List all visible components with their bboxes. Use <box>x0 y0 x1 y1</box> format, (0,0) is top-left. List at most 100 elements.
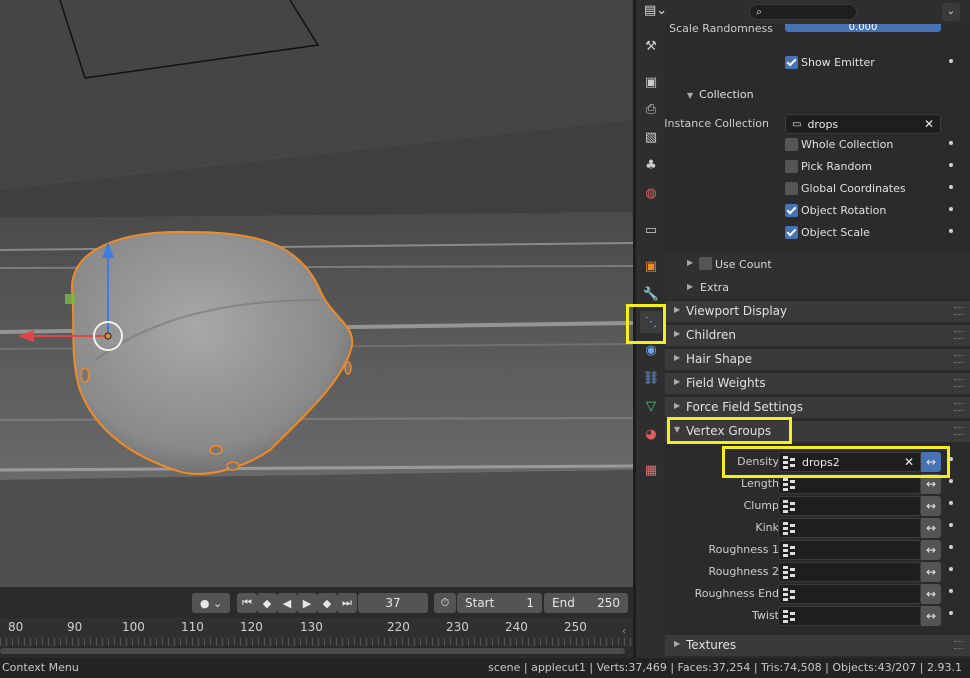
drag-handle-icon[interactable] <box>954 427 964 435</box>
global-coordinates-checkbox[interactable] <box>785 182 798 195</box>
jump-start-icon[interactable]: ⏮ <box>237 593 257 613</box>
vg-twist-field[interactable] <box>778 606 921 626</box>
keyframe-dot[interactable] <box>949 479 953 483</box>
ruler-label: 250 <box>564 620 587 634</box>
object-scale-row[interactable]: Object Scale <box>665 223 965 245</box>
keyframe-dot[interactable] <box>949 567 953 571</box>
timeline-scrollbar[interactable] <box>0 648 625 654</box>
render-tab-icon[interactable]: ▣ <box>640 71 662 93</box>
pick-random-row[interactable]: Pick Random <box>665 157 965 179</box>
vg-clump-field[interactable] <box>778 496 921 516</box>
drag-handle-icon[interactable] <box>954 403 964 411</box>
material-tab-icon[interactable]: ◕ <box>640 423 662 445</box>
search-input[interactable]: ⌕ <box>749 4 857 20</box>
show-emitter-row[interactable]: Show Emitter <box>665 53 965 75</box>
modifier-tab-icon[interactable]: 🔧 <box>640 283 662 305</box>
object-rotation-checkbox[interactable] <box>785 204 798 217</box>
drag-handle-icon[interactable] <box>954 307 964 315</box>
panel-title: Vertex Groups <box>686 424 772 438</box>
drag-handle-icon[interactable] <box>954 379 964 387</box>
vg-density-field[interactable]: drops2 ✕ <box>778 452 921 472</box>
clear-icon[interactable]: ✕ <box>904 455 914 469</box>
keyframe-dot[interactable] <box>949 185 953 189</box>
ruler-label: 220 <box>387 620 410 634</box>
vg-length-field[interactable] <box>778 474 921 494</box>
drag-handle-icon[interactable] <box>954 641 964 649</box>
timeline-ruler[interactable]: 80 90 100 110 120 130 220 230 240 250 ‹ <box>0 618 633 646</box>
world-tab-icon[interactable]: ◍ <box>640 182 662 204</box>
pick-random-checkbox[interactable] <box>785 160 798 173</box>
keyframe-dot[interactable] <box>949 611 953 615</box>
vg-kink-field[interactable] <box>778 518 921 538</box>
output-tab-icon[interactable]: ⎙ <box>640 98 662 120</box>
play-icon[interactable]: ▶ <box>297 593 317 613</box>
panel-viewport-display[interactable]: ▶ Viewport Display <box>665 300 970 322</box>
data-tab-icon[interactable]: ▽ <box>640 395 662 417</box>
chevron-left-icon[interactable]: ‹ <box>622 626 626 637</box>
current-frame-field[interactable]: 37 <box>358 593 428 613</box>
drag-handle-icon[interactable] <box>954 355 964 363</box>
collection-tab-icon[interactable]: ▭ <box>640 219 662 241</box>
tool-tab-icon[interactable]: ⚒ <box>640 35 662 57</box>
invert-twist-button[interactable]: ↔ <box>921 606 941 626</box>
invert-roughness1-button[interactable]: ↔ <box>921 540 941 560</box>
invert-clump-button[interactable]: ↔ <box>921 496 941 516</box>
invert-density-button[interactable]: ↔ <box>921 452 941 472</box>
panel-children[interactable]: ▶ Children <box>665 324 970 346</box>
start-frame-field[interactable]: Start 1 <box>457 593 542 613</box>
keyframe-dot[interactable] <box>949 523 953 527</box>
stopwatch-icon[interactable]: ⏱ <box>434 593 456 613</box>
keyframe-dot[interactable] <box>949 207 953 211</box>
prev-keyframe-icon[interactable]: ◆ <box>257 593 277 613</box>
jump-end-icon[interactable]: ⏭ <box>337 593 357 613</box>
collection-subpanel-header[interactable]: ▼ Collection <box>687 88 754 101</box>
object-tab-icon[interactable]: ▣ <box>640 255 662 277</box>
particles-tab-icon[interactable]: ⋱ <box>640 311 662 333</box>
invert-roughness2-button[interactable]: ↔ <box>921 562 941 582</box>
chevron-down-icon[interactable]: ⌄ <box>942 3 960 21</box>
view-layer-tab-icon[interactable]: ▧ <box>640 126 662 148</box>
whole-collection-checkbox[interactable] <box>785 138 798 151</box>
vg-roughness1-field[interactable] <box>778 540 921 560</box>
invert-kink-button[interactable]: ↔ <box>921 518 941 538</box>
object-scale-checkbox[interactable] <box>785 226 798 239</box>
keyframe-dot[interactable] <box>949 141 953 145</box>
invert-roughness-end-button[interactable]: ↔ <box>921 584 941 604</box>
clear-icon[interactable]: ✕ <box>924 117 934 131</box>
keyframe-dot[interactable] <box>949 501 953 505</box>
next-keyframe-icon[interactable]: ◆ <box>317 593 337 613</box>
keyframe-dot[interactable] <box>949 163 953 167</box>
end-frame-field[interactable]: End 250 <box>544 593 628 613</box>
scene-tab-icon[interactable]: ♣ <box>640 154 662 176</box>
panel-hair-shape[interactable]: ▶ Hair Shape <box>665 348 970 370</box>
use-count-checkbox[interactable] <box>699 257 712 270</box>
properties-editor-icon[interactable]: ▤⌄ <box>644 3 674 21</box>
invert-length-button[interactable]: ↔ <box>921 474 941 494</box>
panel-field-weights[interactable]: ▶ Field Weights <box>665 372 970 394</box>
vg-roughness-end-field[interactable] <box>778 584 921 604</box>
keyframe-dot[interactable] <box>949 589 953 593</box>
keying-dropdown[interactable]: ● ⌄ <box>192 593 230 613</box>
keyframe-dot[interactable] <box>949 457 953 461</box>
extra-subpanel[interactable]: ▶ Extra <box>665 277 970 299</box>
scale-randomness-slider[interactable]: 0.000 <box>785 24 941 32</box>
panel-vertex-groups[interactable]: ▼ Vertex Groups <box>665 420 970 442</box>
play-reverse-icon[interactable]: ◀ <box>277 593 297 613</box>
panel-textures[interactable]: ▶ Textures <box>665 634 970 656</box>
global-coordinates-row[interactable]: Global Coordinates <box>665 179 965 201</box>
3d-viewport[interactable] <box>0 0 633 587</box>
object-rotation-row[interactable]: Object Rotation <box>665 201 965 223</box>
physics-tab-icon[interactable]: ◉ <box>640 339 662 361</box>
whole-collection-row[interactable]: Whole Collection <box>665 135 965 157</box>
constraints-tab-icon[interactable]: ⛓ <box>640 367 662 389</box>
vg-roughness2-field[interactable] <box>778 562 921 582</box>
keyframe-dot[interactable] <box>949 545 953 549</box>
drag-handle-icon[interactable] <box>954 331 964 339</box>
show-emitter-checkbox[interactable] <box>785 56 798 69</box>
keyframe-dot[interactable] <box>949 229 953 233</box>
instance-collection-field[interactable]: ▭ drops ✕ <box>785 114 941 134</box>
panel-force-field-settings[interactable]: ▶ Force Field Settings <box>665 396 970 418</box>
texture-tab-icon[interactable]: ▦ <box>640 459 662 481</box>
use-count-subpanel[interactable]: ▶ Use Count <box>665 252 970 276</box>
keyframe-dot[interactable] <box>949 59 953 63</box>
